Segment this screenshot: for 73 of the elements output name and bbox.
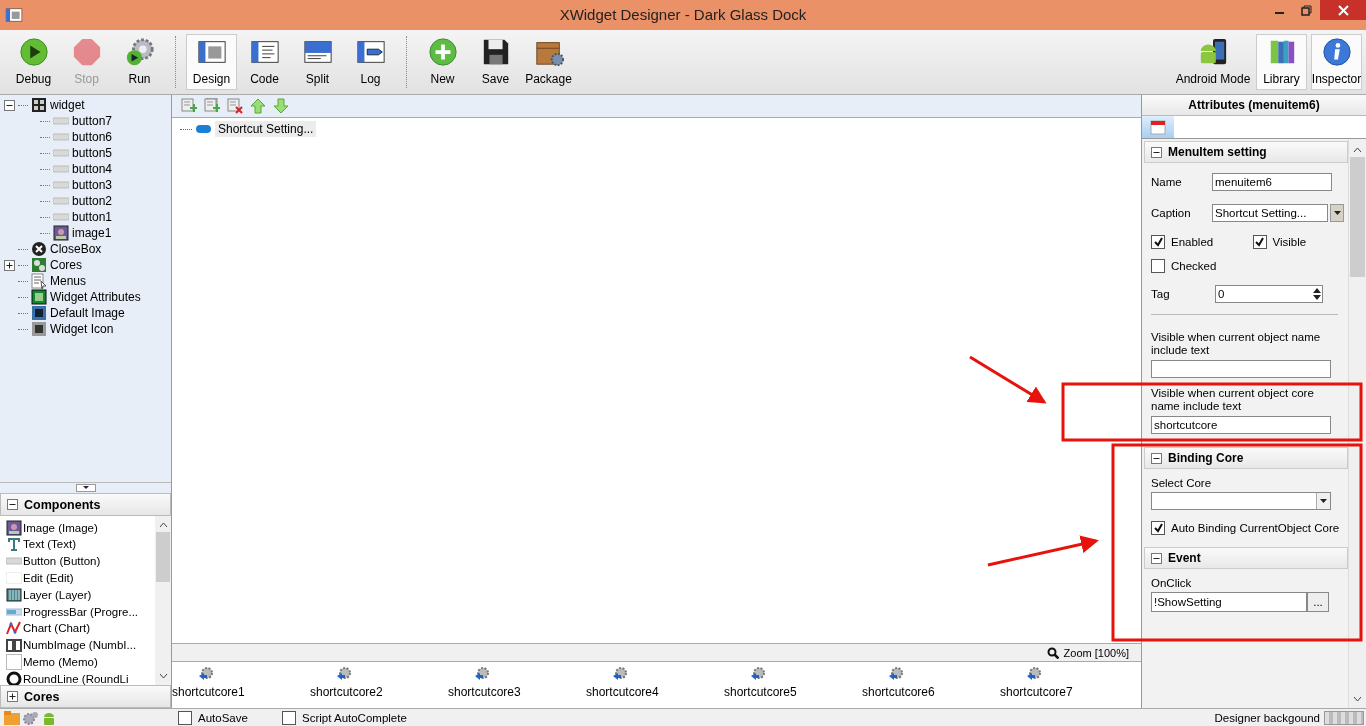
- tree-item[interactable]: button6: [72, 130, 113, 144]
- field-label: Visible when current object name include text: [1151, 331, 1322, 357]
- tree-item[interactable]: button4: [72, 162, 113, 176]
- toolbar-button[interactable]: New: [417, 34, 468, 90]
- toolbar-button[interactable]: Package: [523, 34, 574, 90]
- checkbox-label: Auto Binding CurrentObject Core: [1171, 522, 1340, 534]
- core-item[interactable]: shortcutcore4: [586, 685, 659, 699]
- component-item[interactable]: Text (Text): [23, 538, 77, 551]
- field-label: Caption: [1151, 207, 1192, 219]
- component-item[interactable]: RoundLine (RoundLi: [23, 672, 129, 685]
- checkbox-label: Visible: [1272, 236, 1307, 248]
- core-item[interactable]: shortcutcore3: [448, 685, 521, 699]
- component-item[interactable]: Chart (Chart): [23, 622, 91, 635]
- field-label: Select Core: [1151, 477, 1213, 489]
- checkbox-label: Script AutoComplete: [302, 711, 407, 724]
- component-item[interactable]: NumbImage (NumbI...: [23, 639, 137, 652]
- core-item[interactable]: shortcutcore5: [724, 685, 797, 699]
- dropdown-field[interactable]: Shortcut Setting...: [1212, 204, 1328, 222]
- tree-item[interactable]: Default Image: [50, 306, 125, 320]
- browse-button[interactable]: ...: [1307, 592, 1329, 612]
- component-item[interactable]: Button (Button): [23, 555, 101, 568]
- input-field[interactable]: menuitem6: [1212, 173, 1332, 191]
- toolbar-button[interactable]: Save: [470, 34, 521, 90]
- tree-item[interactable]: button5: [72, 146, 113, 160]
- input-field[interactable]: !ShowSetting: [1151, 592, 1307, 612]
- section-title: MenuItem setting: [1168, 145, 1267, 159]
- toolbar-button[interactable]: Android Mode: [1174, 34, 1252, 90]
- component-item[interactable]: Memo (Memo): [23, 656, 98, 668]
- tree-item[interactable]: CloseBox: [50, 242, 102, 256]
- tree-item[interactable]: image1: [72, 226, 112, 240]
- field-label: Tag: [1151, 288, 1171, 300]
- checkbox-label: Checked: [1171, 260, 1217, 272]
- toolbar-button[interactable]: Log: [345, 34, 396, 90]
- field-label: Visible when current object core name include text: [1151, 387, 1315, 413]
- tree-item[interactable]: Menus: [50, 274, 87, 288]
- core-item[interactable]: shortcutcore2: [310, 685, 383, 699]
- section-title: Event: [1168, 551, 1201, 565]
- spin-field[interactable]: 0: [1215, 285, 1323, 303]
- checkbox-label: AutoSave: [198, 711, 248, 724]
- toolbar-button[interactable]: Inspector: [1311, 34, 1362, 90]
- component-item[interactable]: Layer (Layer): [23, 588, 92, 601]
- tree-item[interactable]: button3: [72, 178, 113, 192]
- core-item[interactable]: shortcutcore7: [1000, 685, 1073, 699]
- core-item[interactable]: shortcutcore1: [172, 685, 245, 699]
- tree-item[interactable]: Cores: [50, 258, 82, 272]
- tree-item[interactable]: button7: [72, 114, 113, 128]
- panel-title: Attributes (menuitem6): [1142, 95, 1366, 116]
- field-label: Name: [1151, 176, 1183, 188]
- zoom-label: Zoom [100%]: [1063, 646, 1129, 659]
- panel-title: Cores: [24, 689, 60, 704]
- panel-title: Components: [24, 497, 101, 512]
- toolbar-button[interactable]: Design: [186, 34, 237, 90]
- menu-item[interactable]: Shortcut Setting...: [215, 121, 317, 137]
- component-item[interactable]: Edit (Edit): [23, 572, 74, 585]
- section-title: Binding Core: [1168, 451, 1244, 465]
- toolbar-button[interactable]: Debug: [8, 34, 59, 90]
- tree-item[interactable]: Widget Attributes: [50, 290, 141, 304]
- core-item[interactable]: shortcutcore6: [862, 685, 935, 699]
- input-field[interactable]: shortcutcore: [1151, 416, 1331, 434]
- field-label: OnClick: [1151, 577, 1193, 589]
- component-item[interactable]: Image (Image): [23, 521, 98, 534]
- toolbar-button[interactable]: Run: [114, 34, 165, 90]
- tree-item[interactable]: button1: [72, 210, 113, 224]
- tree-item[interactable]: widget: [50, 98, 85, 112]
- checkbox-label: Enabled: [1171, 236, 1214, 248]
- tree-item[interactable]: Widget Icon: [50, 322, 114, 336]
- toolbar-button[interactable]: Split: [292, 34, 343, 90]
- toolbar-button[interactable]: Code: [239, 34, 290, 90]
- tree-item[interactable]: button2: [72, 194, 113, 208]
- window-title: XWidget Designer - Dark Glass Dock: [559, 6, 807, 23]
- component-item[interactable]: ProgressBar (Progre...: [23, 605, 139, 618]
- toolbar-button[interactable]: Library: [1256, 34, 1307, 90]
- status-label: Designer backgound: [1214, 711, 1320, 724]
